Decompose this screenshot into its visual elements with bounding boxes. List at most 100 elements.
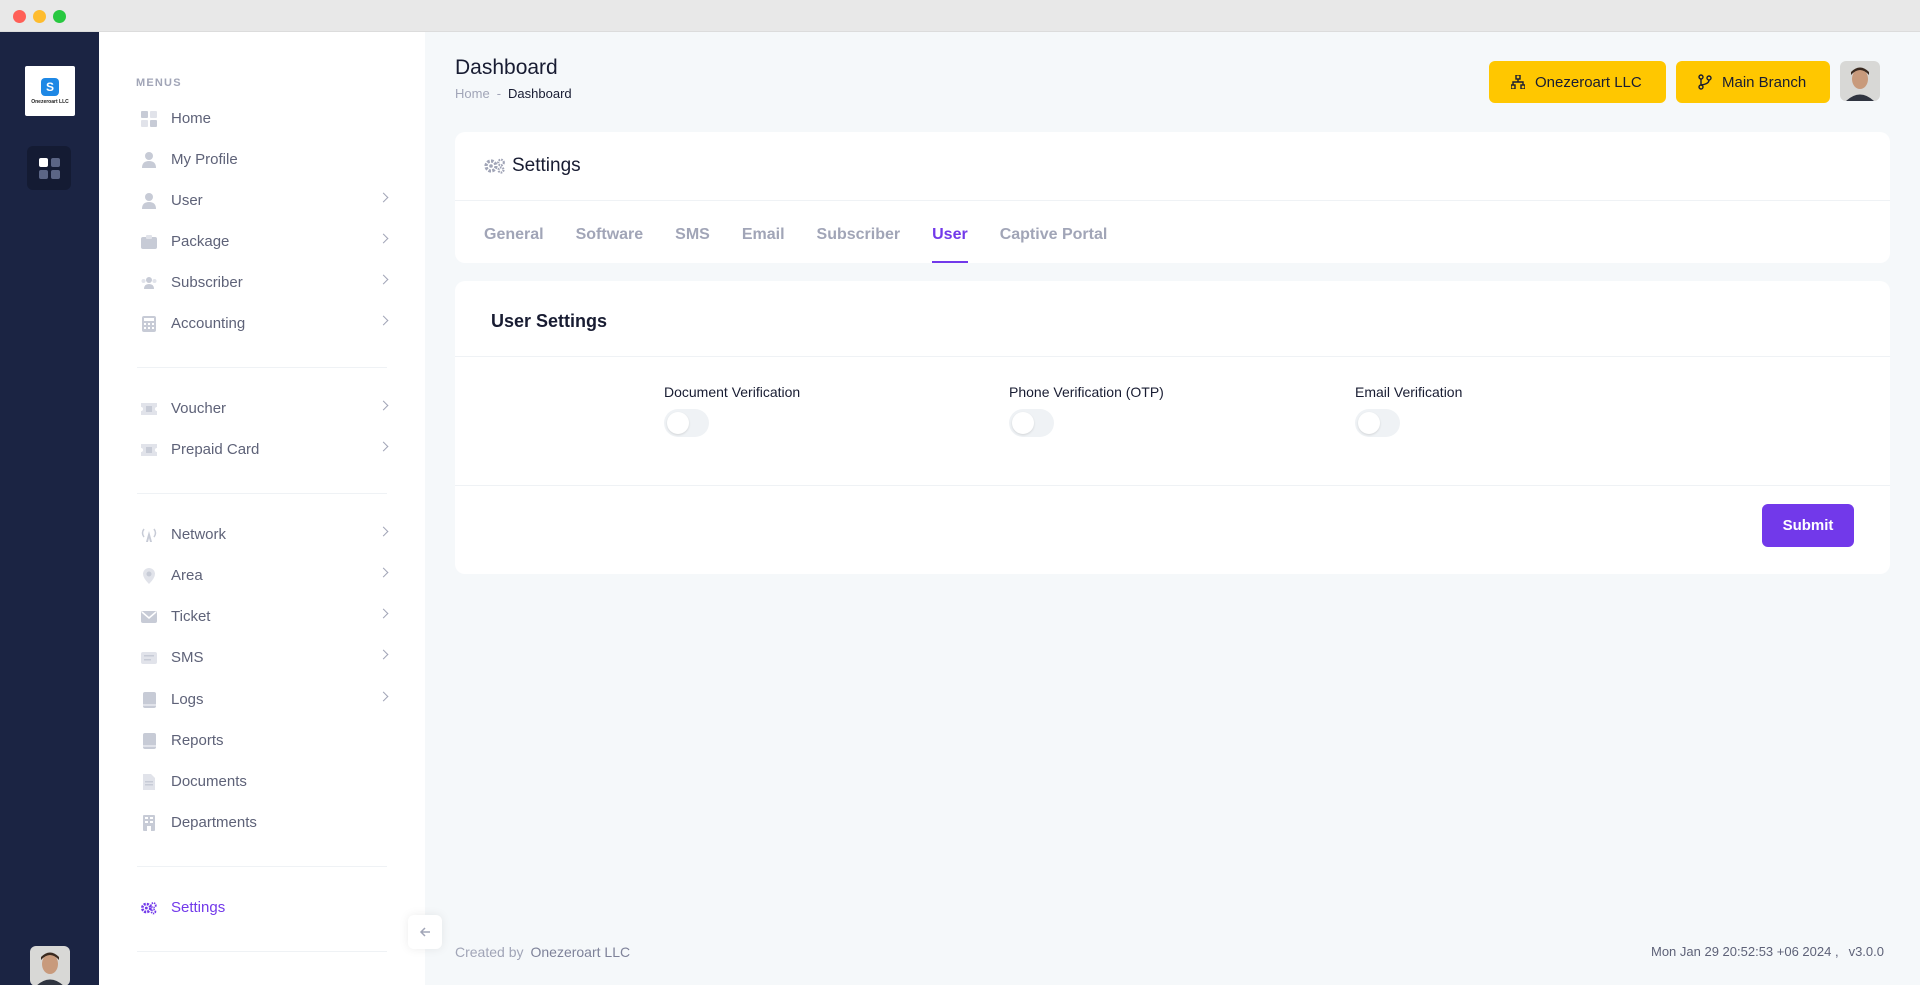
breadcrumb-home-link[interactable]: Home (455, 86, 490, 101)
user-icon (141, 192, 157, 209)
tab-subscriber[interactable]: Subscriber (817, 226, 901, 263)
document-icon (141, 773, 157, 790)
avatar-image-icon (30, 946, 70, 985)
footer-company-link[interactable]: Onezeroart LLC (530, 944, 630, 960)
tab-captive-portal[interactable]: Captive Portal (1000, 226, 1108, 263)
page-title: Dashboard (455, 56, 558, 79)
tab-general[interactable]: General (484, 226, 544, 263)
sidebar-item-subscriber[interactable]: Subscriber (99, 262, 425, 303)
sidebar-item-my-profile[interactable]: My Profile (99, 139, 425, 180)
tab-user[interactable]: User (932, 226, 968, 263)
tab-email[interactable]: Email (742, 226, 785, 263)
sidebar-item-logs[interactable]: Logs (99, 679, 425, 720)
branch-switch-button[interactable]: Main Branch (1676, 61, 1830, 103)
email-verification-toggle[interactable] (1355, 409, 1400, 437)
chevron-right-icon (378, 567, 389, 578)
sidebar-item-user[interactable]: User (99, 180, 425, 221)
settings-card-title: Settings (512, 155, 581, 176)
sidebar-item-accounting[interactable]: Accounting (99, 303, 425, 344)
sidebar-item-label: Prepaid Card (171, 441, 260, 458)
icon-rail: S Onezeroart LLC (0, 32, 99, 985)
sidebar-item-documents[interactable]: Documents (99, 761, 425, 802)
settings-card-header: Settings (484, 155, 581, 177)
window-titlebar (0, 0, 1920, 32)
ticket-icon (141, 401, 157, 417)
dashboard-rail-button[interactable] (27, 146, 71, 190)
map-pin-icon (141, 567, 157, 584)
settings-tabs: General Software SMS Email Subscriber Us… (484, 226, 1139, 263)
chevron-right-icon (378, 526, 389, 537)
collapse-sidebar-button[interactable] (408, 915, 442, 949)
sidebar-divider (137, 951, 387, 952)
building-icon (141, 814, 157, 831)
document-verification-field: Document Verification (664, 384, 800, 437)
company-switch-label: Onezeroart LLC (1535, 73, 1642, 91)
brand-logo[interactable]: S Onezeroart LLC (25, 66, 75, 116)
footer-meta: Mon Jan 29 20:52:53 +06 2024 , v3.0.0 (1651, 944, 1884, 959)
chevron-right-icon (378, 192, 389, 203)
sidebar-item-package[interactable]: Package (99, 221, 425, 262)
sidebar-divider (137, 493, 387, 494)
sidebar-item-label: Subscriber (171, 274, 243, 291)
minimize-window-dot[interactable] (33, 10, 46, 23)
sitemap-icon (1511, 75, 1525, 89)
arrow-left-icon (419, 927, 430, 937)
sidebar-item-label: Package (171, 233, 230, 250)
menus-label: MENUS (136, 77, 182, 89)
sidebar-item-label: Settings (171, 899, 226, 916)
breadcrumb-current: Dashboard (508, 86, 572, 101)
chevron-right-icon (378, 441, 389, 452)
sidebar-item-label: Documents (171, 773, 247, 790)
home-grid-icon (141, 110, 157, 127)
users-icon (141, 275, 157, 291)
sidebar-item-label: Reports (171, 732, 224, 749)
submit-button[interactable]: Submit (1762, 504, 1854, 547)
calculator-icon (141, 315, 157, 332)
sidebar-item-network[interactable]: Network (99, 514, 425, 555)
sidebar-item-reports[interactable]: Reports (99, 720, 425, 761)
dashboard-grid-icon (38, 157, 60, 179)
rail-user-avatar[interactable] (30, 946, 70, 985)
sidebar-item-settings[interactable]: Settings (99, 887, 425, 928)
breadcrumb: Home - Dashboard (455, 86, 572, 101)
document-verification-toggle[interactable] (664, 409, 709, 437)
chevron-right-icon (378, 691, 389, 702)
sidebar-item-voucher[interactable]: Voucher (99, 388, 425, 429)
sidebar-item-area[interactable]: Area (99, 555, 425, 596)
chevron-right-icon (378, 649, 389, 660)
close-window-dot[interactable] (13, 10, 26, 23)
tab-sms[interactable]: SMS (675, 226, 710, 263)
sidebar-divider (137, 866, 387, 867)
gears-icon (141, 900, 157, 916)
card-divider (455, 200, 1890, 201)
footer-datetime: Mon Jan 29 20:52:53 +06 2024 , (1651, 944, 1839, 959)
sidebar-item-home[interactable]: Home (99, 98, 425, 139)
phone-verification-toggle[interactable] (1009, 409, 1054, 437)
footer-version: v3.0.0 (1848, 944, 1884, 959)
tab-software[interactable]: Software (576, 226, 644, 263)
book-icon (141, 691, 157, 708)
git-branch-icon (1698, 74, 1712, 90)
header-user-avatar[interactable] (1840, 61, 1880, 101)
company-switch-button[interactable]: Onezeroart LLC (1489, 61, 1666, 103)
sidebar-item-label: Accounting (171, 315, 246, 332)
maximize-window-dot[interactable] (53, 10, 66, 23)
chevron-right-icon (378, 233, 389, 244)
email-verification-field: Email Verification (1355, 384, 1462, 437)
envelope-icon (141, 609, 157, 625)
gears-icon (484, 158, 505, 174)
phone-verification-field: Phone Verification (OTP) (1009, 384, 1164, 437)
document-verification-label: Document Verification (664, 384, 801, 400)
package-icon (141, 234, 157, 250)
email-verification-label: Email Verification (1355, 384, 1463, 400)
sidebar-item-departments[interactable]: Departments (99, 802, 425, 843)
sidebar-item-label: Logs (171, 691, 204, 708)
user-icon (141, 151, 157, 168)
sidebar-item-ticket[interactable]: Ticket (99, 596, 425, 637)
sidebar: MENUS Home My Profile User Package Subsc… (99, 32, 425, 985)
sidebar-item-prepaid-card[interactable]: Prepaid Card (99, 429, 425, 470)
sidebar-item-sms[interactable]: SMS (99, 637, 425, 678)
footer-created-by-label: Created by (455, 944, 524, 960)
user-settings-card: User Settings Document Verification Phon… (455, 281, 1890, 574)
sidebar-divider (137, 367, 387, 368)
